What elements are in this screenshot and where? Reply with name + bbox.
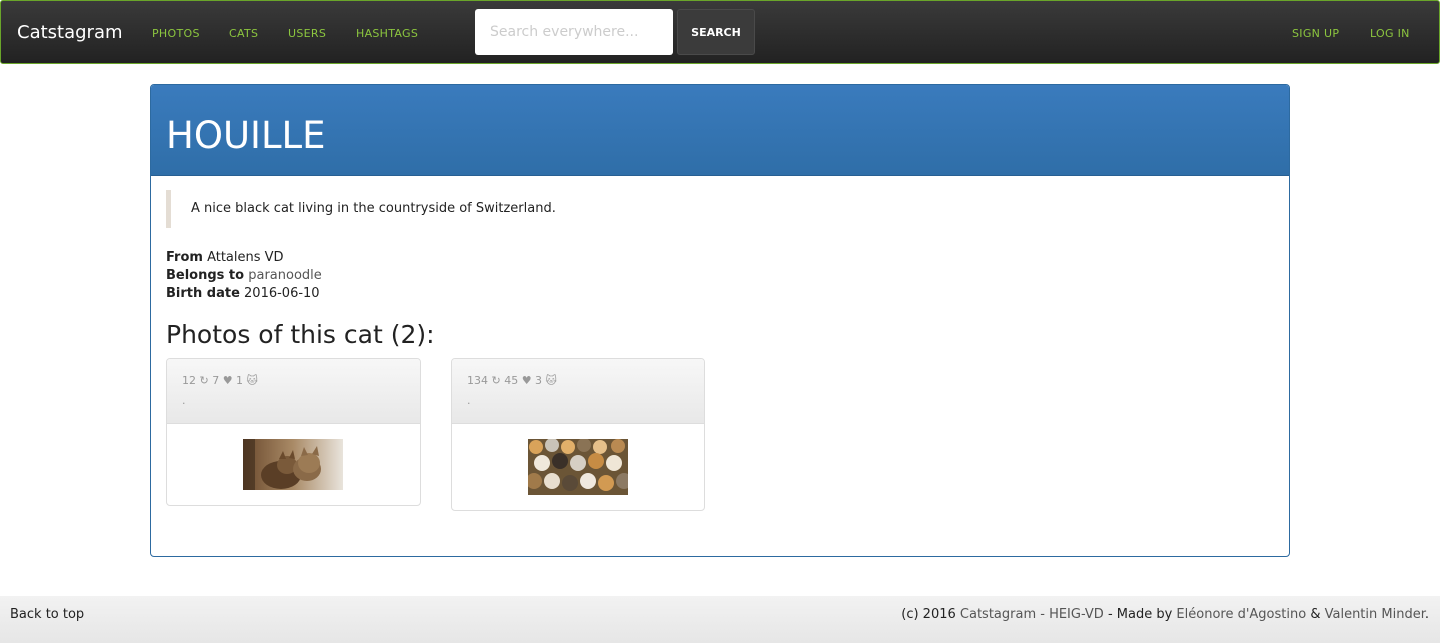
photo-card-body bbox=[167, 424, 420, 505]
nav-link-photos[interactable]: PHOTOS bbox=[152, 27, 200, 40]
login-link[interactable]: LOG IN bbox=[1370, 27, 1410, 40]
nav-link-cats[interactable]: CATS bbox=[229, 27, 258, 40]
page-footer: Back to top (c) 2016 Catstagram - HEIG-V… bbox=[0, 596, 1440, 643]
photo-caption: . bbox=[182, 394, 186, 407]
photo-card[interactable]: 12 ↻ 7 ♥ 1 🐱 . bbox=[166, 358, 421, 506]
photo-card[interactable]: 134 ↻ 45 ♥ 3 🐱 . bbox=[451, 358, 705, 511]
photo-card-header: 12 ↻ 7 ♥ 1 🐱 . bbox=[167, 359, 420, 424]
cat-description: A nice black cat living in the countrysi… bbox=[166, 190, 1266, 228]
photo-stats: 134 ↻ 45 ♥ 3 🐱 bbox=[467, 374, 558, 387]
photo-card-body bbox=[452, 424, 704, 510]
owner-link[interactable]: paranoodle bbox=[248, 268, 322, 283]
panel-heading: HOUILLE bbox=[151, 85, 1289, 176]
credits-author1-link[interactable]: Eléonore d'Agostino bbox=[1176, 607, 1306, 622]
belongs-label: Belongs to bbox=[166, 268, 245, 283]
search-input[interactable] bbox=[475, 9, 673, 55]
footer-credits: (c) 2016 Catstagram - HEIG-VD - Made by … bbox=[901, 607, 1429, 622]
photos-heading: Photos of this cat (2): bbox=[166, 320, 435, 349]
from-label: From bbox=[166, 250, 203, 265]
credits-site-link[interactable]: Catstagram - HEIG-VD bbox=[960, 607, 1104, 622]
credits-prefix: (c) 2016 bbox=[901, 607, 956, 622]
credits-author2-link[interactable]: Valentin Minder bbox=[1325, 607, 1425, 622]
photo-caption: . bbox=[467, 394, 471, 407]
info-birth-row: Birth date 2016-06-10 bbox=[166, 285, 322, 303]
info-owner-row: Belongs to paranoodle bbox=[166, 267, 322, 285]
back-to-top-link[interactable]: Back to top bbox=[10, 607, 84, 622]
cat-photo-thumbnail[interactable] bbox=[243, 439, 343, 490]
brand-logo-link[interactable]: Catstagram bbox=[17, 22, 123, 43]
cat-info: From Attalens VD Belongs to paranoodle B… bbox=[166, 249, 322, 303]
photo-stats: 12 ↻ 7 ♥ 1 🐱 bbox=[182, 374, 259, 387]
birth-label: Birth date bbox=[166, 286, 240, 301]
nav-link-users[interactable]: USERS bbox=[288, 27, 326, 40]
info-from-row: From Attalens VD bbox=[166, 249, 322, 267]
cat-name-title: HOUILLE bbox=[166, 114, 326, 157]
cat-photo-thumbnail[interactable] bbox=[528, 439, 628, 495]
credits-end: . bbox=[1424, 607, 1429, 622]
cat-panel: HOUILLE A nice black cat living in the c… bbox=[150, 84, 1290, 557]
from-value: Attalens VD bbox=[207, 250, 284, 265]
nav-link-hashtags[interactable]: HASHTAGS bbox=[356, 27, 418, 40]
signup-link[interactable]: SIGN UP bbox=[1292, 27, 1339, 40]
search-button[interactable]: SEARCH bbox=[677, 9, 755, 55]
top-navbar: Catstagram PHOTOS CATS USERS HASHTAGS SE… bbox=[0, 0, 1440, 64]
photo-card-header: 134 ↻ 45 ♥ 3 🐱 . bbox=[452, 359, 704, 424]
credits-and: & bbox=[1310, 607, 1321, 622]
birth-value: 2016-06-10 bbox=[244, 286, 320, 301]
credits-made-by: - Made by bbox=[1107, 607, 1173, 622]
